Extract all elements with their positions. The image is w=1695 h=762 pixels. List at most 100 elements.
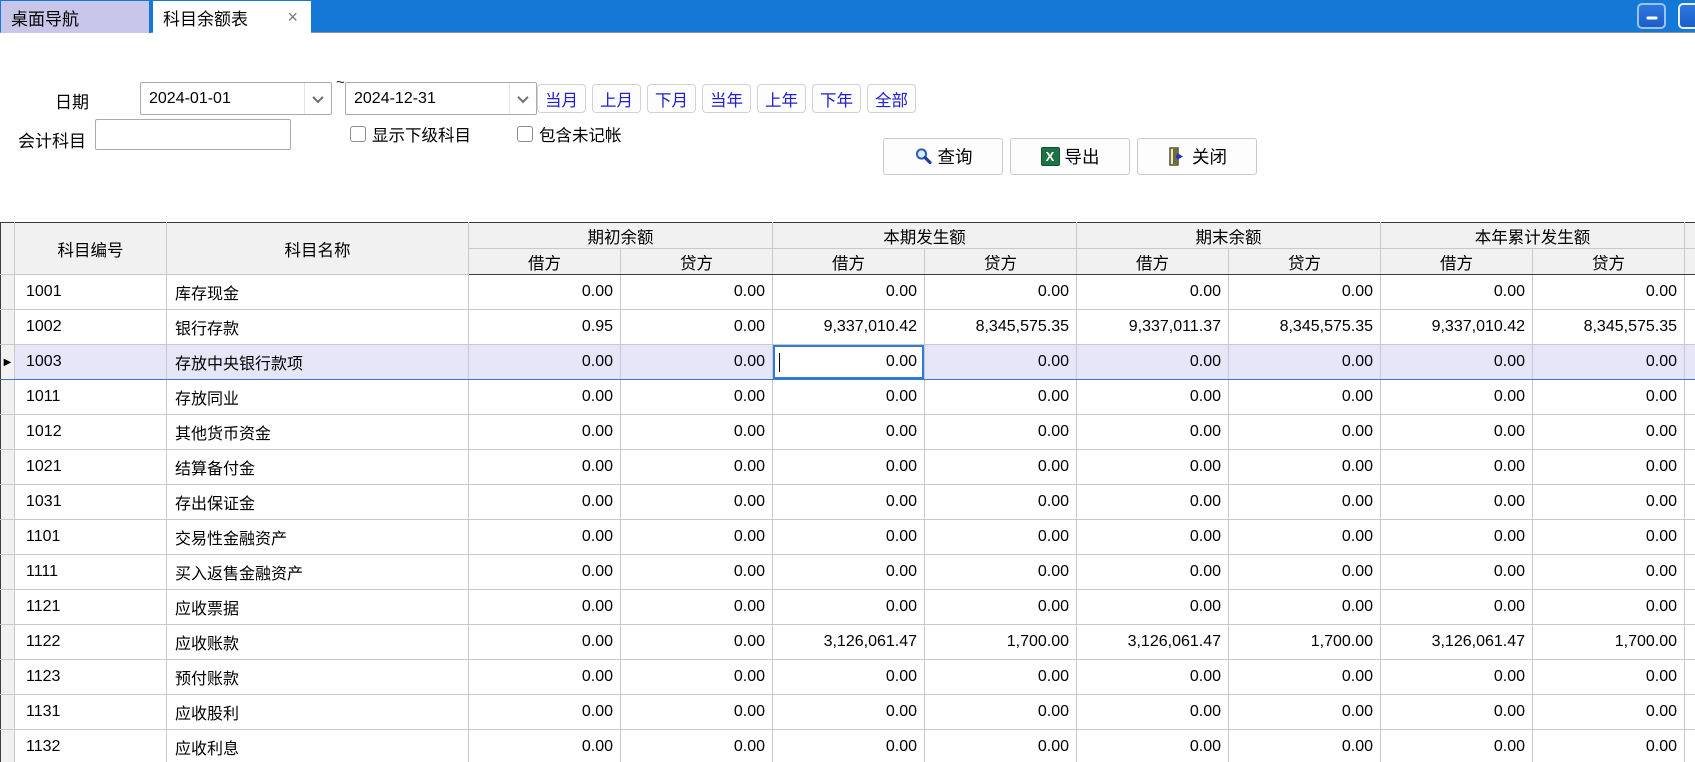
cell-account-code[interactable]: 1021: [15, 450, 167, 485]
cell-value[interactable]: 0.00: [773, 590, 925, 625]
cell-value[interactable]: 0.00: [1229, 520, 1381, 555]
include-unposted-checkbox[interactable]: 包含未记帐: [517, 122, 622, 146]
cell-value[interactable]: 0.00: [1077, 380, 1229, 415]
cell-value[interactable]: 0.00: [925, 450, 1077, 485]
cell-value[interactable]: 0.00: [1381, 590, 1533, 625]
row-indicator[interactable]: [1, 310, 15, 345]
date-to-combobox[interactable]: 2024-12-31: [345, 82, 537, 115]
cell-account-code[interactable]: 1003: [15, 345, 167, 380]
cell-value[interactable]: 0.00: [925, 415, 1077, 450]
cell-value[interactable]: 0.00: [773, 275, 925, 310]
cell-value[interactable]: 0.00: [1077, 730, 1229, 762]
cell-value[interactable]: 0.00: [925, 345, 1077, 380]
cell-value[interactable]: 8,345,575.35: [925, 310, 1077, 345]
cell-value[interactable]: 3,126,061.47: [1381, 625, 1533, 660]
cell-account-code[interactable]: 1002: [15, 310, 167, 345]
cell-account-code[interactable]: 1123: [15, 660, 167, 695]
cell-value[interactable]: 0.00: [621, 660, 773, 695]
cell-value[interactable]: 0.00: [621, 625, 773, 660]
cell-value[interactable]: 0.00: [1229, 660, 1381, 695]
cell-account-name[interactable]: 应收票据: [167, 590, 469, 625]
cell-value[interactable]: 0.00: [1077, 450, 1229, 485]
preset-button-2[interactable]: 下月: [647, 84, 696, 113]
cell-value[interactable]: 0.00: [469, 555, 621, 590]
cell-value[interactable]: 0.00: [925, 730, 1077, 762]
cell-value[interactable]: 0.00: [773, 730, 925, 762]
cell-value[interactable]: 0.00: [1077, 275, 1229, 310]
cell-value[interactable]: 0.00: [773, 450, 925, 485]
cell-account-code[interactable]: 1101: [15, 520, 167, 555]
cell-value[interactable]: 0.00: [773, 660, 925, 695]
tab-desktop-nav[interactable]: 桌面导航: [1, 1, 151, 33]
cell-value[interactable]: 0.00: [469, 380, 621, 415]
cell-value[interactable]: 0.00: [621, 450, 773, 485]
cell-value[interactable]: 0.00: [1533, 590, 1685, 625]
row-indicator[interactable]: [1, 450, 15, 485]
cell-value[interactable]: 0.00: [1533, 450, 1685, 485]
cell-value[interactable]: 0.00: [469, 415, 621, 450]
cell-value[interactable]: 0.00: [1533, 730, 1685, 762]
date-to-dropdown-button[interactable]: [509, 83, 536, 114]
cell-value[interactable]: 0.00: [773, 485, 925, 520]
cell-account-code[interactable]: 1111: [15, 555, 167, 590]
cell-account-name[interactable]: 交易性金融资产: [167, 520, 469, 555]
cell-account-name[interactable]: 存出保证金: [167, 485, 469, 520]
tab-balance-table[interactable]: 科目余额表 ×: [153, 1, 311, 33]
cell-value[interactable]: 0.00: [1229, 730, 1381, 762]
col-header-opening-credit[interactable]: 贷方: [621, 249, 773, 275]
row-indicator[interactable]: [1, 660, 15, 695]
cell-value[interactable]: 0.95: [469, 310, 621, 345]
cell-value[interactable]: 0.00: [1077, 660, 1229, 695]
row-indicator[interactable]: [1, 555, 15, 590]
cell-value[interactable]: 0.00: [1077, 345, 1229, 380]
cell-value[interactable]: 8,345,575.35: [1533, 310, 1685, 345]
cell-value[interactable]: 0.00: [773, 695, 925, 730]
cell-value[interactable]: 0.00: [469, 695, 621, 730]
cell-value[interactable]: 0.00: [925, 660, 1077, 695]
cell-value[interactable]: 1,700.00: [925, 625, 1077, 660]
row-indicator[interactable]: [1, 275, 15, 310]
cell-value[interactable]: 0.00: [1381, 275, 1533, 310]
cell-value[interactable]: 0.00: [1229, 555, 1381, 590]
col-group-yearly-amount[interactable]: 本年累计发生额: [1381, 223, 1685, 249]
cell-value[interactable]: 1,700.00: [1229, 625, 1381, 660]
row-indicator[interactable]: [1, 520, 15, 555]
cell-value[interactable]: 0.00: [1533, 345, 1685, 380]
cell-value[interactable]: 0.00: [1077, 485, 1229, 520]
cell-value[interactable]: 0.00: [469, 590, 621, 625]
date-from-dropdown-button[interactable]: [304, 83, 331, 114]
cell-value[interactable]: 0.00: [925, 380, 1077, 415]
cell-value[interactable]: 0.00: [1533, 275, 1685, 310]
cell-account-name[interactable]: 买入返售金融资产: [167, 555, 469, 590]
cell-value[interactable]: 9,337,011.37: [1077, 310, 1229, 345]
cell-value[interactable]: 0.00: [469, 275, 621, 310]
cell-account-name[interactable]: 应收利息: [167, 730, 469, 762]
row-indicator[interactable]: [1, 380, 15, 415]
cell-value[interactable]: 0.00: [1381, 520, 1533, 555]
cell-account-name[interactable]: 应收股利: [167, 695, 469, 730]
col-header-name[interactable]: 科目名称: [167, 223, 469, 275]
col-header-yearly-credit[interactable]: 贷方: [1533, 249, 1685, 275]
cell-value[interactable]: 0.00: [621, 590, 773, 625]
cell-value[interactable]: 0.00: [1229, 590, 1381, 625]
cell-value[interactable]: 0.00: [1533, 485, 1685, 520]
cell-account-code[interactable]: 1121: [15, 590, 167, 625]
cell-value[interactable]: 0.00: [621, 415, 773, 450]
cell-value[interactable]: 0.00: [773, 380, 925, 415]
cell-value[interactable]: 0.00: [621, 695, 773, 730]
cell-value[interactable]: 0.00: [1533, 695, 1685, 730]
cell-value[interactable]: 0.00: [1077, 590, 1229, 625]
cell-value[interactable]: 0.00: [469, 450, 621, 485]
col-header-yearly-debit[interactable]: 借方: [1381, 249, 1533, 275]
row-indicator[interactable]: [1, 730, 15, 762]
cell-value[interactable]: 0.00: [1077, 695, 1229, 730]
cell-account-name[interactable]: 预付账款: [167, 660, 469, 695]
cell-account-code[interactable]: 1132: [15, 730, 167, 762]
cell-value[interactable]: 0.00: [1381, 730, 1533, 762]
col-header-period-debit[interactable]: 借方: [773, 249, 925, 275]
checkbox-icon[interactable]: [517, 126, 533, 142]
cell-value[interactable]: 0.00: [621, 520, 773, 555]
cell-value[interactable]: 0.00: [925, 485, 1077, 520]
col-header-opening-debit[interactable]: 借方: [469, 249, 621, 275]
cell-value[interactable]: 0.00: [1077, 555, 1229, 590]
